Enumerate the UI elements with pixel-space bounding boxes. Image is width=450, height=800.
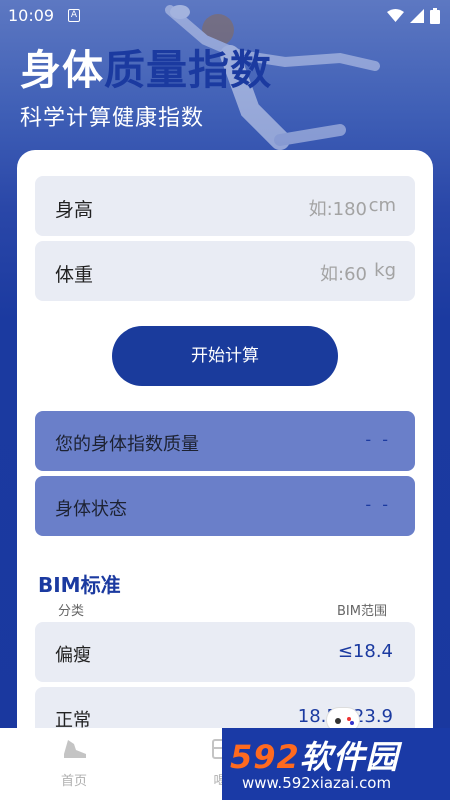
body-state-row: 身体状态 - - <box>35 476 415 536</box>
title-part-1: 身体 <box>20 46 104 94</box>
height-label: 身高 <box>55 199 94 221</box>
watermark-logo: 592软件园 <box>230 732 399 778</box>
weight-unit: kg <box>374 260 396 281</box>
notification-icon: A <box>68 9 80 22</box>
bmi-standard-title: BIM标准 <box>38 573 121 597</box>
column-header-range: BIM范围 <box>337 604 387 619</box>
body-state-label: 身体状态 <box>55 499 127 520</box>
tab-home-label: 首页 <box>60 774 87 789</box>
standard-range: ≤18.4 <box>337 641 393 662</box>
calculate-button[interactable]: 开始计算 <box>112 326 338 386</box>
height-field[interactable]: 身高 如:180 cm <box>35 176 415 236</box>
watermark-url: www.592xiazai.com <box>242 774 392 792</box>
standard-row: 偏瘦 ≤18.4 <box>35 622 415 682</box>
bmi-result-label: 您的身体指数质量 <box>55 434 199 455</box>
watermark-number: 592 <box>230 738 300 776</box>
tab-home[interactable]: 首页 <box>44 736 104 789</box>
bmi-result-row: 您的身体指数质量 - - <box>35 411 415 471</box>
status-icons <box>387 8 440 24</box>
height-input[interactable]: 如:180 <box>309 195 367 221</box>
battery-icon <box>430 8 440 24</box>
weight-input[interactable]: 如:60 <box>320 260 367 286</box>
page-title: 身体质量指数 <box>20 36 272 96</box>
page-subtitle: 科学计算健康指数 <box>20 106 205 131</box>
status-time: 10:09 <box>8 6 55 25</box>
body-state-value: - - <box>365 495 391 514</box>
wifi-icon <box>387 9 404 22</box>
signal-icon <box>410 9 424 23</box>
bmi-result-value: - - <box>365 430 391 449</box>
shoe-icon <box>64 740 86 758</box>
weight-label: 体重 <box>55 264 94 286</box>
weight-field[interactable]: 体重 如:60 kg <box>35 241 415 301</box>
watermark-brand: 软件园 <box>299 738 399 776</box>
status-bar: 10:09 A <box>0 0 450 32</box>
column-header-category: 分类 <box>58 604 85 619</box>
standard-category: 偏瘦 <box>55 645 91 666</box>
title-part-2: 质量指数 <box>104 46 272 94</box>
height-unit: cm <box>368 195 396 216</box>
site-watermark: 592软件园 www.592xiazai.com <box>222 728 450 800</box>
